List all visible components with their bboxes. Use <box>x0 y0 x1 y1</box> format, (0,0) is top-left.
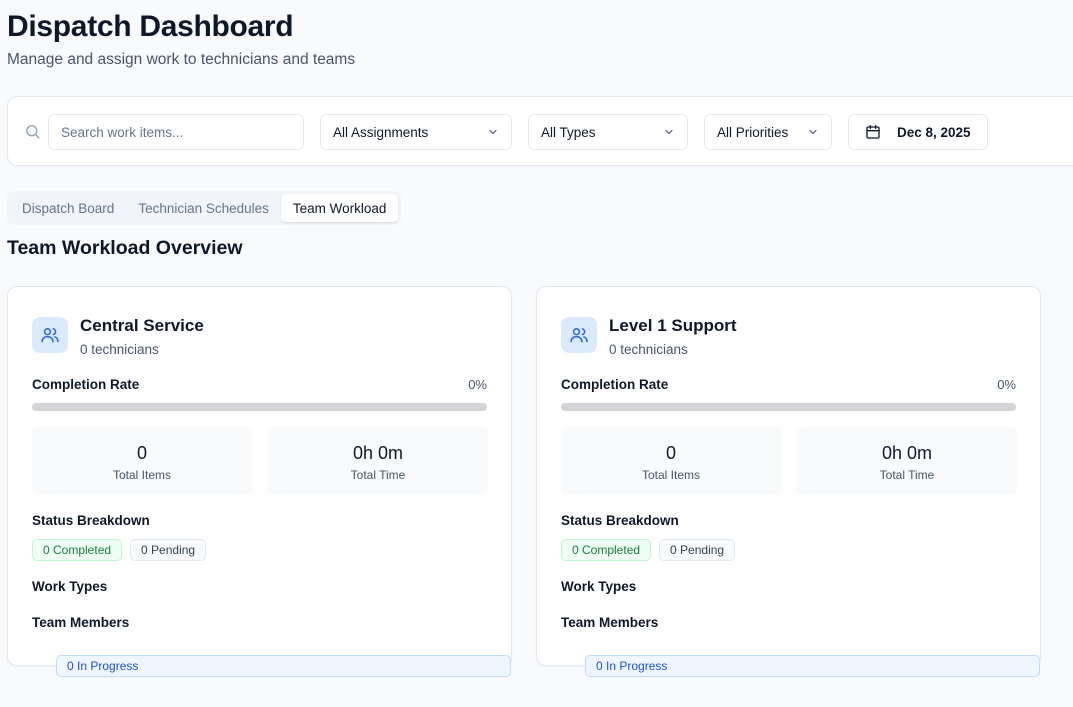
total-items-box: 0 Total Items <box>561 427 781 495</box>
completion-rate-label: Completion Rate <box>32 377 140 392</box>
total-items-label: Total Items <box>641 468 701 482</box>
dispatch-dashboard-page: Dispatch Dashboard Manage and assign wor… <box>0 0 1073 707</box>
status-badges: 0 Completed 0 In Progress 0 Pending <box>32 539 511 677</box>
total-items-label: Total Items <box>112 468 172 482</box>
completion-progress-bar <box>561 403 1016 411</box>
date-label: Dec 8, 2025 <box>897 124 971 140</box>
completed-badge: 0 Completed <box>561 539 652 561</box>
technician-count: 0 technicians <box>80 342 159 357</box>
total-time-label: Total Time <box>350 468 406 482</box>
filter-bar: All Assignments All Types All Priorities… <box>7 96 1073 166</box>
page-title: Dispatch Dashboard <box>7 10 294 43</box>
tab-dispatch-board[interactable]: Dispatch Board <box>10 194 126 222</box>
completion-rate-value: 0% <box>997 377 1016 392</box>
assignment-select-label: All Assignments <box>333 124 429 140</box>
chevron-down-icon <box>665 129 673 135</box>
page-subtitle: Manage and assign work to technicians an… <box>7 51 356 68</box>
technician-count: 0 technicians <box>609 342 688 357</box>
tab-team-workload[interactable]: Team Workload <box>280 194 399 222</box>
type-select[interactable]: All Types <box>528 114 688 150</box>
team-members-title: Team Members <box>561 615 659 630</box>
work-types-title: Work Types <box>561 579 637 594</box>
chevron-down-icon <box>489 129 497 135</box>
priority-select-label: All Priorities <box>717 124 789 140</box>
total-time-box: 0h 0m Total Time <box>797 427 1017 495</box>
completion-rate-label: Completion Rate <box>561 377 669 392</box>
work-types-title: Work Types <box>32 579 108 594</box>
type-select-label: All Types <box>541 124 596 140</box>
team-icon-badge <box>32 317 68 353</box>
users-icon <box>41 328 59 343</box>
team-name: Central Service <box>80 316 204 335</box>
team-icon-badge <box>561 317 597 353</box>
users-icon <box>570 328 588 343</box>
completed-badge: 0 Completed <box>32 539 123 561</box>
search-input[interactable] <box>48 114 304 150</box>
pending-badge: 0 Pending <box>130 539 207 561</box>
team-card-central-service: Central Service 0 technicians Completion… <box>7 286 512 677</box>
status-breakdown-title: Status Breakdown <box>561 513 679 528</box>
date-picker-button[interactable]: Dec 8, 2025 <box>848 114 988 150</box>
in-progress-badge: 0 In Progress <box>585 655 1040 677</box>
tab-technician-schedules[interactable]: Technician Schedules <box>126 194 281 222</box>
total-items-box: 0 Total Items <box>32 427 252 495</box>
assignment-select[interactable]: All Assignments <box>320 114 512 150</box>
total-items-value: 0 <box>665 443 676 463</box>
chevron-down-icon <box>809 129 817 135</box>
status-breakdown-title: Status Breakdown <box>32 513 150 528</box>
section-title: Team Workload Overview <box>7 237 243 259</box>
pending-badge: 0 Pending <box>659 539 736 561</box>
team-name: Level 1 Support <box>609 316 737 335</box>
priority-select[interactable]: All Priorities <box>704 114 832 150</box>
total-time-box: 0h 0m Total Time <box>268 427 488 495</box>
in-progress-badge: 0 In Progress <box>56 655 511 677</box>
team-card-level-1-support: Level 1 Support 0 technicians Completion… <box>536 286 1041 677</box>
calendar-icon <box>866 125 880 139</box>
status-badges: 0 Completed 0 In Progress 0 Pending <box>561 539 1040 677</box>
completion-rate-value: 0% <box>468 377 487 392</box>
total-time-value: 0h 0m <box>352 443 404 463</box>
search-icon <box>26 125 40 139</box>
team-members-title: Team Members <box>32 615 130 630</box>
total-time-value: 0h 0m <box>881 443 933 463</box>
view-tabs: Dispatch Board Technician Schedules Team… <box>7 191 402 225</box>
completion-progress-bar <box>32 403 487 411</box>
total-time-label: Total Time <box>879 468 935 482</box>
total-items-value: 0 <box>136 443 147 463</box>
page-header: Dispatch Dashboard Manage and assign wor… <box>7 8 355 69</box>
